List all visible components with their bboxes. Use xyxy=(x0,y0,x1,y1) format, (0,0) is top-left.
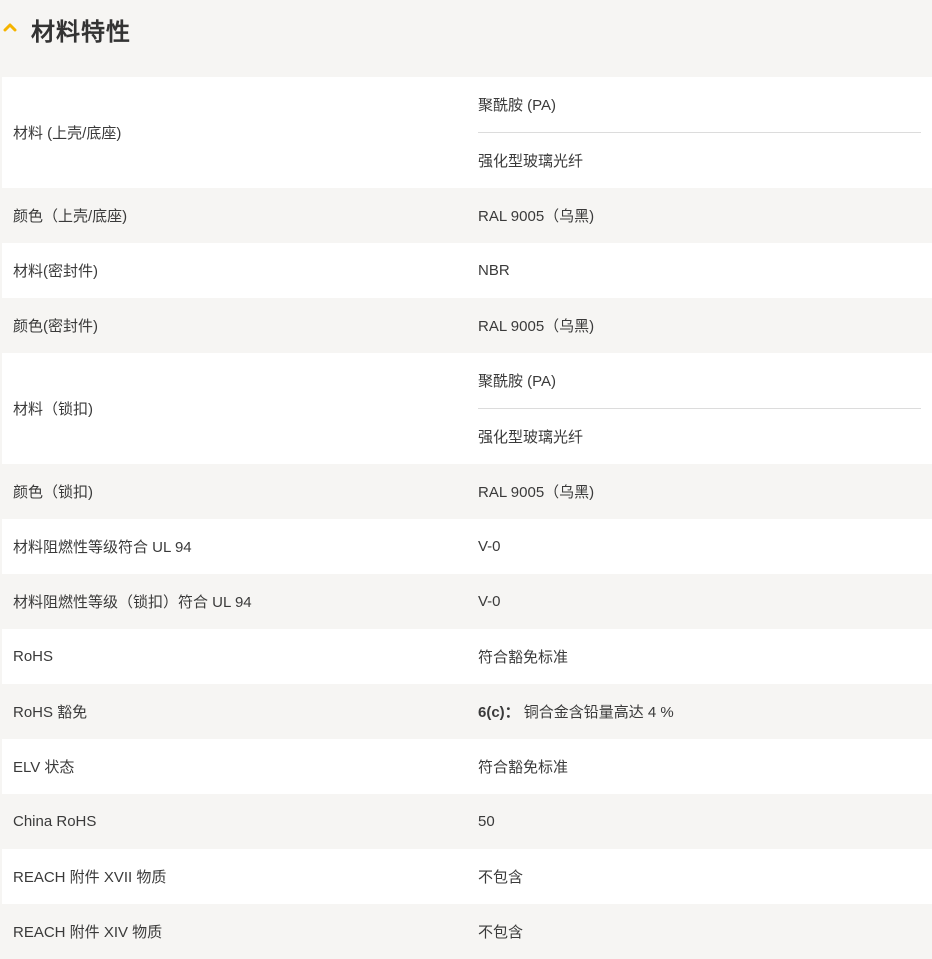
property-label: RoHS 豁免 xyxy=(13,704,88,721)
table-row: 颜色（锁扣) RAL 9005（乌黑) xyxy=(0,464,932,519)
property-value: 强化型玻璃光纤 xyxy=(478,408,921,464)
section-header-material-properties[interactable]: 材料特性 xyxy=(0,0,932,77)
exemption-text: 铜合金含铅量高达 4 % xyxy=(523,704,674,721)
properties-table: 材料 (上壳/底座) 聚酰胺 (PA) 强化型玻璃光纤 颜色（上壳/底座) RA… xyxy=(0,77,932,959)
property-label: 材料(密封件) xyxy=(13,263,98,280)
property-label: 颜色（上壳/底座) xyxy=(13,208,128,225)
property-label: 颜色(密封件) xyxy=(13,318,98,335)
table-row: 颜色（上壳/底座) RAL 9005（乌黑) xyxy=(0,188,932,243)
property-label: ELV 状态 xyxy=(13,759,75,776)
exemption-code: 6(c)： xyxy=(478,704,520,721)
property-label: REACH 附件 XVII 物质 xyxy=(13,869,167,886)
property-label: 材料阻燃性等级符合 UL 94 xyxy=(13,539,192,556)
property-value: RAL 9005（乌黑) xyxy=(478,318,595,335)
table-row: 材料 (上壳/底座) 聚酰胺 (PA) 强化型玻璃光纤 xyxy=(0,77,932,188)
chevron-up-icon[interactable] xyxy=(3,20,17,34)
table-row: 材料(密封件) NBR xyxy=(0,243,932,298)
property-value: 50 xyxy=(478,813,495,830)
property-value: 符合豁免标准 xyxy=(478,759,569,776)
table-row: RoHS 符合豁免标准 xyxy=(0,629,932,684)
table-row: China RoHS 50 xyxy=(0,794,932,849)
property-label: REACH 附件 XIV 物质 xyxy=(13,924,163,941)
property-label: China RoHS xyxy=(13,813,97,830)
section-title: 材料特性 xyxy=(31,19,131,46)
property-value: RAL 9005（乌黑) xyxy=(478,484,595,501)
property-value: 6(c)： 铜合金含铅量高达 4 % xyxy=(478,684,921,739)
table-row: 材料阻燃性等级（锁扣）符合 UL 94 V-0 xyxy=(0,574,932,629)
property-label: 材料阻燃性等级（锁扣）符合 UL 94 xyxy=(13,594,252,611)
table-row: RoHS 豁免 6(c)： 铜合金含铅量高达 4 % xyxy=(0,684,932,739)
table-row: 材料阻燃性等级符合 UL 94 V-0 xyxy=(0,519,932,574)
table-row: REACH 附件 XIV 物质 不包含 xyxy=(0,904,932,959)
property-value: 聚酰胺 (PA) xyxy=(478,373,557,390)
property-value: NBR xyxy=(478,262,510,279)
property-value: 强化型玻璃光纤 xyxy=(478,132,921,188)
property-value: RAL 9005（乌黑) xyxy=(478,208,595,225)
property-label: 材料（锁扣) xyxy=(13,401,93,418)
property-label: RoHS xyxy=(13,648,54,665)
property-label: 材料 (上壳/底座) xyxy=(13,125,122,142)
property-value: 符合豁免标准 xyxy=(478,649,569,666)
property-value: 聚酰胺 (PA) xyxy=(478,97,557,114)
table-row: REACH 附件 XVII 物质 不包含 xyxy=(0,849,932,904)
property-value: V-0 xyxy=(478,593,501,610)
table-row: 材料（锁扣) 聚酰胺 (PA) 强化型玻璃光纤 xyxy=(0,353,932,464)
table-row: ELV 状态 符合豁免标准 xyxy=(0,739,932,794)
property-value: 不包含 xyxy=(478,924,524,941)
property-value: 不包含 xyxy=(478,869,524,886)
property-label: 颜色（锁扣) xyxy=(13,484,93,501)
property-value: V-0 xyxy=(478,538,501,555)
table-row: 颜色(密封件) RAL 9005（乌黑) xyxy=(0,298,932,353)
